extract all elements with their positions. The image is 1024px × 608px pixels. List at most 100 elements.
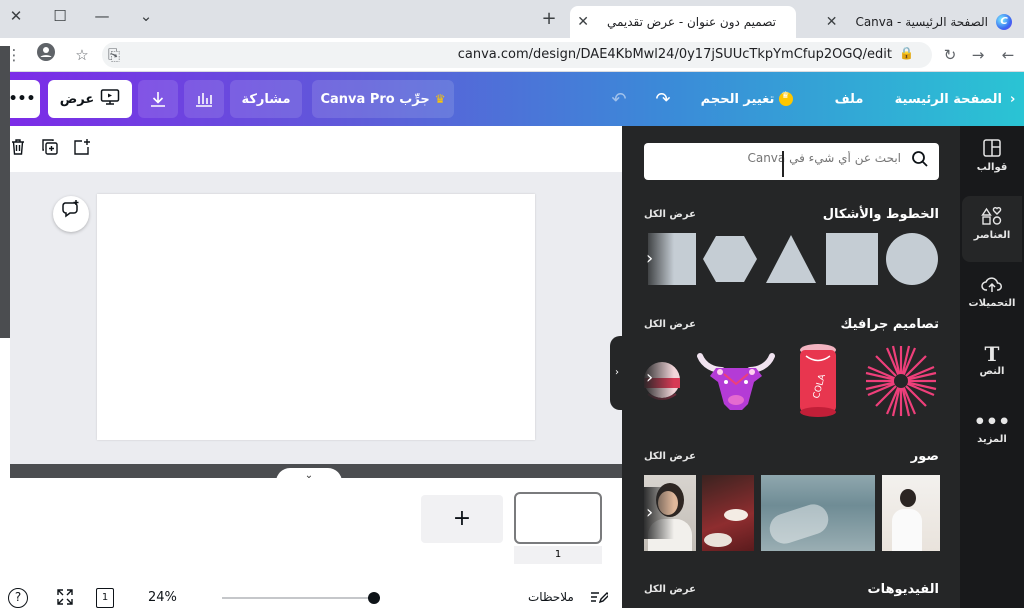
zoom-slider-knob[interactable] bbox=[368, 592, 380, 604]
sidebar-item-elements[interactable]: العناصر bbox=[962, 196, 1022, 262]
tab-search-chevron-icon[interactable]: ⌄ bbox=[134, 4, 158, 28]
address-bar-row: ⋮ ☆ ⎘ canva.com/design/DAE4KbMwl24/0y17j… bbox=[0, 38, 1024, 72]
profile-icon[interactable] bbox=[34, 43, 58, 67]
photo-woman-white[interactable] bbox=[882, 475, 940, 551]
canva-favicon-icon bbox=[996, 14, 1012, 30]
section-title-photos: صور bbox=[910, 449, 939, 464]
present-icon bbox=[100, 88, 120, 110]
upload-icon bbox=[962, 274, 1022, 298]
square-shape[interactable] bbox=[826, 233, 878, 285]
share-page-icon[interactable]: ⎘ bbox=[102, 43, 126, 67]
elements-icon bbox=[962, 206, 1022, 230]
sidebar-item-more[interactable]: ••• المزيد bbox=[962, 400, 1022, 466]
home-button[interactable]: ‹ الصفحة الرئيسية bbox=[894, 80, 1016, 118]
graphics-row: COLA ‹ bbox=[622, 340, 960, 420]
new-tab-button[interactable]: + bbox=[538, 8, 560, 30]
window-maximize-icon[interactable]: ☐ bbox=[48, 4, 72, 28]
sidebar-item-label: التحميلات bbox=[968, 298, 1016, 309]
shapes-row: ‹ bbox=[622, 233, 960, 293]
sidebar-item-label: العناصر bbox=[973, 230, 1011, 241]
tab-title: تصميم دون عنوان - عرض تقديمي bbox=[606, 15, 776, 29]
tab-title: الصفحة الرئيسية - Canva bbox=[855, 15, 988, 29]
reload-icon[interactable]: ↻ bbox=[938, 43, 962, 67]
photo-sea-splash[interactable] bbox=[761, 475, 875, 551]
scroll-left-chevron-icon[interactable]: ‹ bbox=[644, 233, 674, 285]
resize-button[interactable]: تغيير الحجم bbox=[692, 80, 802, 118]
see-all-shapes-link[interactable]: عرض الكل bbox=[644, 209, 696, 220]
tab-home[interactable]: الصفحة الرئيسية - Canva ✕ bbox=[800, 6, 1024, 38]
delete-page-icon[interactable] bbox=[7, 138, 29, 160]
try-pro-button[interactable]: ♛ جرِّب Canva Pro bbox=[312, 80, 454, 118]
page-thumbnail[interactable] bbox=[514, 492, 602, 544]
notes-label[interactable]: ملاحظات bbox=[528, 590, 574, 604]
tab-design[interactable]: تصميم دون عنوان - عرض تقديمي ✕ bbox=[570, 6, 800, 38]
design-page[interactable] bbox=[97, 194, 535, 440]
fullscreen-icon[interactable] bbox=[56, 588, 74, 608]
redo-icon[interactable]: ↷ bbox=[648, 80, 678, 118]
resize-label: تغيير الحجم bbox=[700, 91, 775, 107]
tab-close-icon[interactable]: ✕ bbox=[577, 14, 589, 30]
templates-icon bbox=[962, 138, 1022, 162]
add-page-button[interactable]: + bbox=[421, 495, 503, 543]
section-title-graphics: تصاميم جرافيك bbox=[840, 317, 939, 332]
add-page-icon[interactable] bbox=[71, 138, 93, 160]
lock-icon[interactable]: 🔒 bbox=[899, 46, 914, 60]
editor-toolbar: ‹ الصفحة الرئيسية ملف تغيير الحجم ↷ ↶ ♛ … bbox=[0, 72, 1024, 126]
tab-close-icon[interactable]: ✕ bbox=[826, 14, 838, 30]
circle-shape[interactable] bbox=[886, 233, 938, 285]
sidebar-item-label: النص bbox=[979, 366, 1005, 377]
text-icon: T bbox=[984, 342, 1000, 366]
editor-footer: ? 1 24% ملاحظات bbox=[0, 586, 622, 608]
scroll-left-chevron-icon[interactable]: ‹ bbox=[644, 487, 674, 539]
try-pro-label: جرِّب Canva Pro bbox=[320, 91, 430, 107]
notes-icon[interactable] bbox=[590, 589, 610, 608]
side-navigation: قوالب العناصر التحميلات T النص ••• المزي… bbox=[960, 126, 1024, 608]
cola-can-graphic[interactable]: COLA bbox=[792, 342, 844, 418]
more-icon: ••• bbox=[973, 411, 1011, 433]
search-icon bbox=[911, 150, 929, 173]
window-close-icon[interactable]: ✕ bbox=[4, 4, 28, 28]
sidebar-item-uploads[interactable]: التحميلات bbox=[962, 264, 1022, 330]
bookmark-star-icon[interactable]: ☆ bbox=[70, 43, 94, 67]
sidebar-item-label: قوالب bbox=[976, 162, 1008, 173]
triangle-shape[interactable] bbox=[764, 233, 818, 285]
chevron-right-icon: ‹ bbox=[1009, 91, 1016, 107]
download-icon[interactable] bbox=[138, 80, 178, 118]
section-title-shapes: الخطوط والأشكال bbox=[822, 207, 939, 222]
see-all-videos-link[interactable]: عرض الكل bbox=[644, 584, 696, 595]
vertical-scrollbar[interactable] bbox=[0, 46, 10, 338]
share-button[interactable]: مشاركة bbox=[230, 80, 302, 118]
help-icon[interactable]: ? bbox=[8, 588, 28, 608]
page-tools bbox=[0, 126, 622, 172]
sunburst-graphic[interactable] bbox=[862, 342, 940, 420]
elements-panel: الخطوط والأشكال عرض الكل ‹ تصاميم جرافيك… bbox=[622, 126, 960, 608]
page-number: 1 bbox=[514, 546, 602, 564]
add-comment-icon[interactable] bbox=[53, 196, 89, 232]
elements-search[interactable] bbox=[644, 143, 939, 180]
insights-chart-icon[interactable] bbox=[184, 80, 224, 118]
file-menu-button[interactable]: ملف bbox=[826, 80, 872, 118]
pro-crown-icon bbox=[779, 91, 794, 106]
url-text: canva.com/design/DAE4KbMwl24/0y17jSUUcTk… bbox=[457, 47, 892, 62]
bull-head-graphic[interactable] bbox=[696, 346, 776, 412]
photos-row: ‹ bbox=[622, 475, 960, 551]
undo-icon[interactable]: ↶ bbox=[604, 80, 634, 118]
browser-tab-bar: ✕ ☐ — ⌄ + تصميم دون عنوان - عرض تقديمي ✕… bbox=[0, 0, 1024, 38]
present-button[interactable]: عرض bbox=[48, 80, 132, 118]
sidebar-item-text[interactable]: T النص bbox=[962, 332, 1022, 398]
page-count-icon[interactable]: 1 bbox=[96, 588, 114, 608]
omnibox[interactable]: ☆ ⎘ canva.com/design/DAE4KbMwl24/0y17jSU… bbox=[75, 42, 932, 68]
back-arrow-icon[interactable]: ← bbox=[996, 43, 1020, 67]
zoom-level[interactable]: 24% bbox=[148, 590, 177, 605]
duplicate-page-icon[interactable] bbox=[39, 138, 61, 160]
sidebar-item-label: المزيد bbox=[977, 434, 1007, 445]
forward-arrow-icon[interactable]: → bbox=[966, 43, 990, 67]
zoom-slider-track[interactable] bbox=[222, 597, 374, 599]
photo-food-table[interactable] bbox=[702, 475, 754, 551]
see-all-photos-link[interactable]: عرض الكل bbox=[644, 451, 696, 462]
sidebar-item-templates[interactable]: قوالب bbox=[962, 128, 1022, 194]
scroll-left-chevron-icon[interactable]: ‹ bbox=[644, 352, 674, 404]
window-minimize-icon[interactable]: — bbox=[90, 4, 114, 28]
hexagon-shape[interactable] bbox=[702, 233, 758, 285]
see-all-graphics-link[interactable]: عرض الكل bbox=[644, 319, 696, 330]
